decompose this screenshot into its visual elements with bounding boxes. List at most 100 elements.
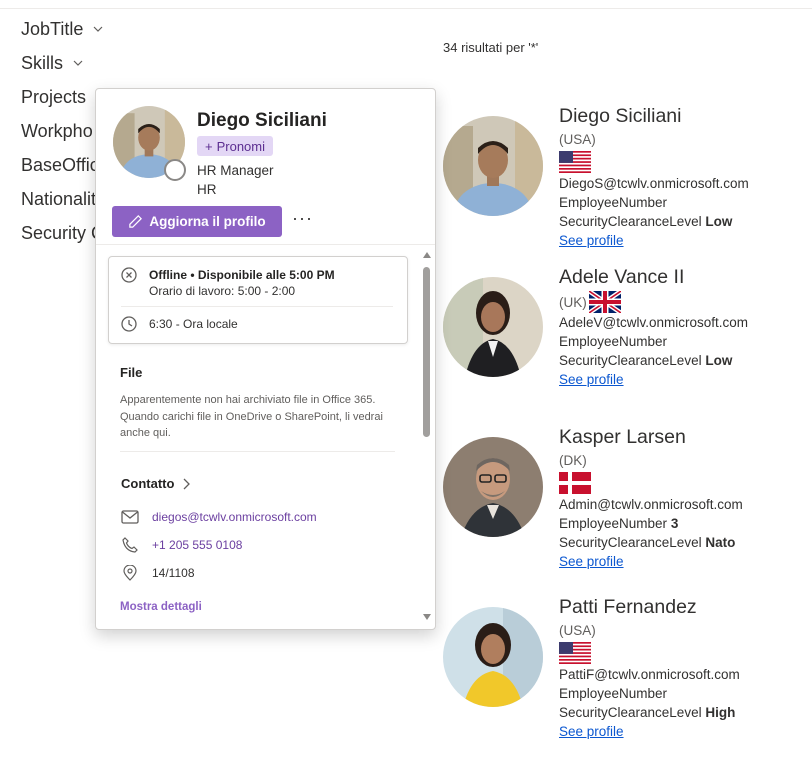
email-text: AdeleV@tcwlv.onmicrosoft.com bbox=[559, 315, 749, 330]
chevron-right-icon bbox=[183, 478, 191, 489]
filter-label: JobTitle bbox=[21, 18, 84, 39]
local-time-row: 6:30 - Ora locale bbox=[121, 316, 238, 332]
status-line: Offline • Disponibile alle 5:00 PM bbox=[149, 268, 335, 282]
filter-label: Projects bbox=[21, 86, 87, 107]
offline-status-icon bbox=[121, 267, 137, 283]
filter-list: JobTitle Skills Projects Workpho BaseOff… bbox=[21, 12, 104, 250]
phone-row: +1 205 555 0108 bbox=[121, 537, 242, 553]
avatar[interactable] bbox=[443, 437, 543, 537]
country-label: (DK) bbox=[559, 453, 587, 468]
clearance-level: SecurityClearanceLevel Low bbox=[559, 353, 733, 368]
chevron-down-icon bbox=[93, 26, 103, 32]
availability-box: Offline • Disponibile alle 5:00 PM Orari… bbox=[108, 256, 408, 344]
filter-label: Skills bbox=[21, 52, 64, 73]
work-hours: Orario di lavoro: 5:00 - 2:00 bbox=[149, 284, 296, 298]
employee-number: EmployeeNumber bbox=[559, 334, 668, 349]
profile-card-popup: Diego Siciliani + Pronomi HR Manager HR … bbox=[95, 88, 436, 630]
person-name: Adele Vance II bbox=[559, 266, 685, 288]
results-count: 34 risultati per '*' bbox=[443, 40, 539, 55]
employee-number: EmployeeNumber 3 bbox=[559, 516, 679, 531]
employee-number: EmployeeNumber bbox=[559, 195, 668, 210]
person-name: Diego Siciliani bbox=[559, 105, 682, 127]
filter-jobtitle[interactable]: JobTitle bbox=[21, 12, 104, 46]
filter-security[interactable]: Security C bbox=[21, 216, 104, 250]
location-icon bbox=[123, 565, 137, 581]
job-title: HR Manager bbox=[197, 163, 274, 178]
contact-heading: Contatto bbox=[121, 476, 175, 491]
pronouns-button[interactable]: + Pronomi bbox=[197, 136, 274, 156]
divider bbox=[121, 306, 393, 307]
local-time: 6:30 - Ora locale bbox=[149, 317, 238, 331]
email-link[interactable]: diegos@tcwlv.onmicrosoft.com bbox=[152, 510, 317, 524]
email-text: Admin@tcwlv.onmicrosoft.com bbox=[559, 497, 743, 512]
scrollbar[interactable] bbox=[420, 249, 434, 625]
filter-label: Workpho bbox=[21, 120, 93, 141]
plus-icon: + bbox=[205, 138, 213, 154]
update-profile-button[interactable]: Aggiorna il profilo bbox=[112, 206, 282, 237]
see-profile-link[interactable]: See profile bbox=[559, 724, 624, 739]
pencil-icon bbox=[129, 215, 143, 228]
result-card: Diego Siciliani (USA) DiegoS@tcwlv.onmic… bbox=[443, 105, 803, 276]
divider bbox=[120, 451, 395, 452]
result-card: Adele Vance II (UK) AdeleV@tcwlv.onmicro… bbox=[443, 266, 803, 437]
department: HR bbox=[197, 182, 217, 197]
country-label: (UK) bbox=[559, 294, 587, 310]
contact-section-header[interactable]: Contatto bbox=[121, 476, 191, 491]
phone-icon bbox=[122, 537, 138, 553]
filter-projects[interactable]: Projects bbox=[21, 80, 104, 114]
filter-workphone[interactable]: Workpho bbox=[21, 114, 104, 148]
filter-label: Security C bbox=[21, 222, 105, 243]
profile-name: Diego Siciliani bbox=[197, 110, 327, 131]
filter-nationality[interactable]: Nationalit bbox=[21, 182, 104, 216]
status-text: Offline • Disponibile alle 5:00 PM Orari… bbox=[149, 267, 335, 299]
result-card: Patti Fernandez (USA) PattiF@tcwlv.onmic… bbox=[443, 596, 803, 767]
pronouns-label: Pronomi bbox=[216, 138, 266, 154]
mail-icon bbox=[121, 510, 139, 524]
result-info: Diego Siciliani (USA) DiegoS@tcwlv.onmic… bbox=[559, 104, 749, 250]
uk-flag-icon bbox=[588, 291, 621, 313]
files-heading: File bbox=[120, 365, 143, 380]
filter-skills[interactable]: Skills bbox=[21, 46, 104, 80]
clearance-level: SecurityClearanceLevel Low bbox=[559, 214, 733, 229]
filter-baseoffice[interactable]: BaseOffic bbox=[21, 148, 104, 182]
country-row: (UK) bbox=[559, 291, 748, 313]
office-row: 14/1108 bbox=[121, 565, 195, 581]
scroll-down-arrow-icon[interactable] bbox=[423, 614, 431, 620]
show-details-link[interactable]: Mostra dettagli bbox=[120, 601, 202, 613]
presence-offline-icon bbox=[164, 159, 186, 181]
filter-label: Nationalit bbox=[21, 188, 97, 209]
phone-link[interactable]: +1 205 555 0108 bbox=[152, 538, 242, 552]
email-text: PattiF@tcwlv.onmicrosoft.com bbox=[559, 667, 740, 682]
chevron-down-icon bbox=[73, 60, 83, 66]
top-divider bbox=[0, 8, 812, 9]
scroll-up-arrow-icon[interactable] bbox=[423, 252, 431, 258]
person-name: Kasper Larsen bbox=[559, 426, 686, 448]
files-empty-text: Apparentemente non hai archiviato file i… bbox=[120, 394, 383, 439]
clearance-level: SecurityClearanceLevel Nato bbox=[559, 535, 736, 550]
employee-number: EmployeeNumber bbox=[559, 686, 668, 701]
result-info: Kasper Larsen (DK) Admin@tcwlv.onmicroso… bbox=[559, 425, 743, 571]
see-profile-link[interactable]: See profile bbox=[559, 372, 624, 387]
person-name: Patti Fernandez bbox=[559, 596, 697, 618]
avatar[interactable] bbox=[443, 277, 543, 377]
us-flag-icon bbox=[559, 642, 591, 664]
result-info: Patti Fernandez (USA) PattiF@tcwlv.onmic… bbox=[559, 595, 740, 741]
more-options-button[interactable]: ··· bbox=[292, 208, 313, 229]
email-row: diegos@tcwlv.onmicrosoft.com bbox=[121, 510, 317, 524]
avatar[interactable] bbox=[443, 116, 543, 216]
see-profile-link[interactable]: See profile bbox=[559, 554, 624, 569]
country-label: (USA) bbox=[559, 623, 596, 638]
divider bbox=[96, 244, 435, 245]
avatar[interactable] bbox=[443, 607, 543, 707]
see-profile-link[interactable]: See profile bbox=[559, 233, 624, 248]
scroll-thumb[interactable] bbox=[423, 267, 430, 437]
office-location: 14/1108 bbox=[152, 566, 195, 580]
email-text: DiegoS@tcwlv.onmicrosoft.com bbox=[559, 176, 749, 191]
clearance-level: SecurityClearanceLevel High bbox=[559, 705, 736, 720]
dk-flag-icon bbox=[559, 472, 591, 494]
filter-label: BaseOffic bbox=[21, 154, 99, 175]
clock-icon bbox=[121, 316, 137, 332]
us-flag-icon bbox=[559, 151, 591, 173]
country-label: (USA) bbox=[559, 132, 596, 147]
result-info: Adele Vance II (UK) AdeleV@tcwlv.onmicro… bbox=[559, 265, 748, 389]
